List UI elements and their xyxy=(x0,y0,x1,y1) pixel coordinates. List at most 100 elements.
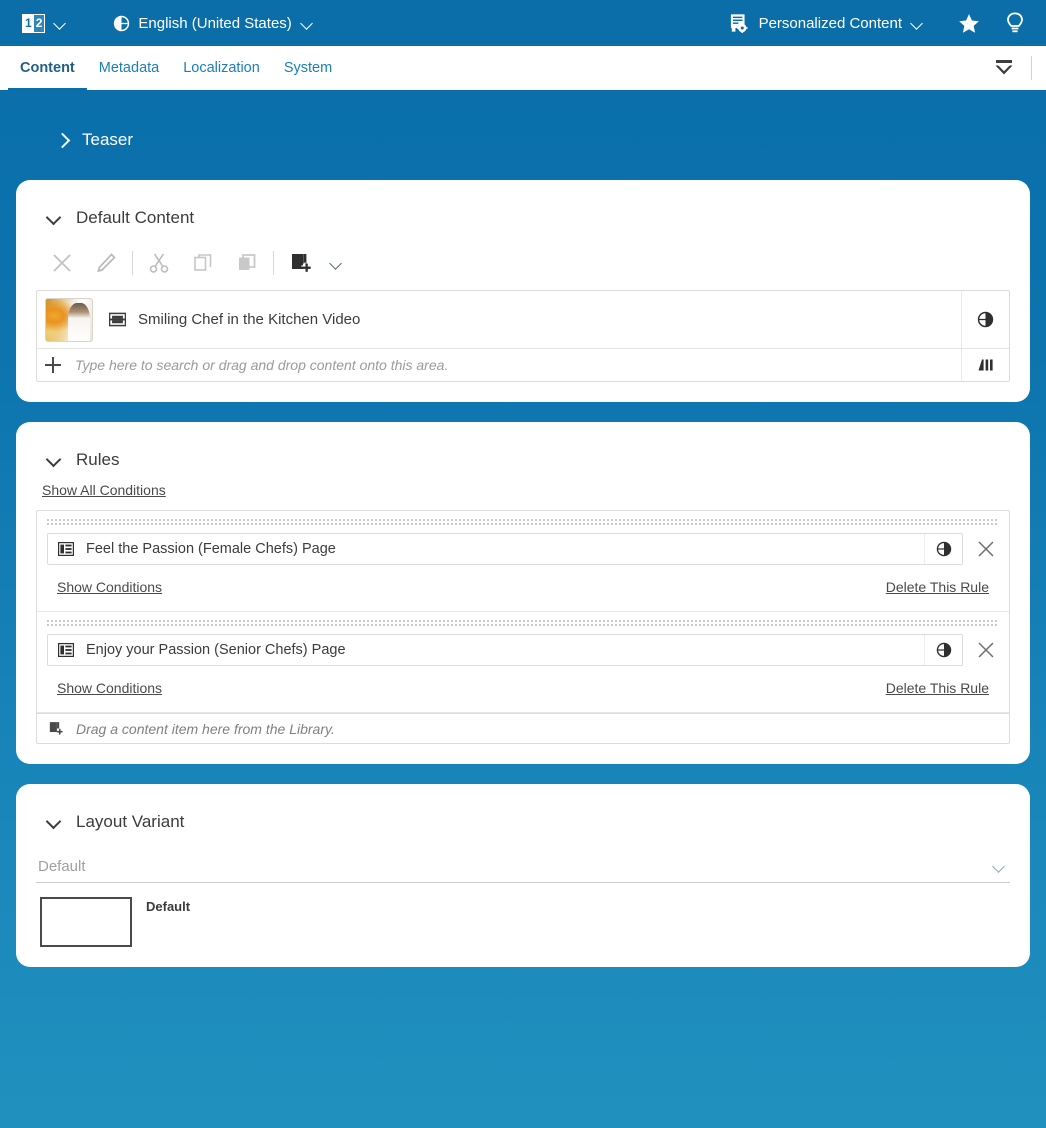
locale-label: English (United States) xyxy=(138,15,291,32)
layout-variant-selected-value: Default xyxy=(38,858,86,875)
header-right-group: Personalized Content xyxy=(721,6,1032,40)
layout-variant-preview-box xyxy=(40,897,132,947)
paste-button[interactable] xyxy=(225,246,269,280)
tab-metadata[interactable]: Metadata xyxy=(87,46,171,90)
star-icon xyxy=(958,13,980,34)
section-rules: Rules Show All Conditions xyxy=(16,422,1030,764)
favorite-button[interactable] xyxy=(952,6,986,40)
top-header-bar: 12 English (United States) xyxy=(0,0,1046,46)
show-conditions-link[interactable]: Show Conditions xyxy=(57,579,162,595)
chevron-down-icon xyxy=(329,256,343,270)
tab-bar-actions xyxy=(987,46,1046,90)
rule-item: Feel the Passion (Female Chefs) Page xyxy=(37,517,1009,612)
rule-field-row: Enjoy your Passion (Senior Chefs) Page xyxy=(37,628,1009,666)
add-content-button[interactable] xyxy=(278,246,322,280)
globe-icon xyxy=(936,541,952,557)
section-default-content-body: Smiling Chef in the Kitchen Video xyxy=(22,240,1024,396)
chevron-down-icon xyxy=(992,859,1006,873)
globe-icon xyxy=(936,642,952,658)
toolbar-divider xyxy=(132,251,133,275)
layout-variant-preview: Default xyxy=(36,883,1010,947)
content-search-row[interactable]: Type here to search or drag and drop con… xyxy=(37,349,1009,381)
list-item-name: Smiling Chef in the Kitchen Video xyxy=(109,311,961,328)
remove-icon xyxy=(51,252,73,274)
toolbar-divider xyxy=(1031,56,1032,80)
library-button[interactable] xyxy=(961,349,1009,381)
layout-variant-preview-label: Default xyxy=(146,897,190,914)
delete-rule-link[interactable]: Delete This Rule xyxy=(886,680,989,696)
section-default-content: Default Content xyxy=(16,180,1030,402)
remove-button[interactable] xyxy=(40,246,84,280)
globe-icon xyxy=(113,15,130,32)
rule-localization-button[interactable] xyxy=(924,534,962,564)
tab-content[interactable]: Content xyxy=(8,46,87,90)
cut-button[interactable] xyxy=(137,246,181,280)
collapse-all-button[interactable] xyxy=(987,51,1021,85)
tab-list: Content Metadata Localization System xyxy=(0,46,344,90)
show-conditions-link[interactable]: Show Conditions xyxy=(57,680,162,696)
tab-localization[interactable]: Localization xyxy=(171,46,272,90)
variant-selector[interactable]: 12 xyxy=(8,10,75,37)
rule-footer: Show Conditions Delete This Rule xyxy=(37,666,1009,712)
cut-scissors-icon xyxy=(148,252,170,274)
localization-status-button[interactable] xyxy=(961,291,1009,348)
remove-rule-target-button[interactable] xyxy=(973,536,999,562)
tab-label: Metadata xyxy=(99,60,159,76)
chevron-down-icon xyxy=(46,211,60,225)
add-content-icon xyxy=(47,720,64,737)
chevron-down-icon xyxy=(46,815,60,829)
section-rules-body: Show All Conditions xyxy=(22,482,1024,758)
personalized-content-icon xyxy=(729,13,751,33)
list-item[interactable]: Smiling Chef in the Kitchen Video xyxy=(37,291,1009,349)
rule-target-value-wrap: Feel the Passion (Female Chefs) Page xyxy=(48,541,924,557)
section-teaser-header[interactable]: Teaser xyxy=(16,92,1030,150)
section-title: Default Content xyxy=(76,208,194,228)
hint-button[interactable] xyxy=(998,6,1032,40)
rule-target-field[interactable]: Feel the Passion (Female Chefs) Page xyxy=(47,533,963,565)
section-title: Rules xyxy=(76,450,119,470)
chef-photo-thumbnail xyxy=(45,298,93,342)
collapse-all-icon xyxy=(991,58,1017,78)
copy-button[interactable] xyxy=(181,246,225,280)
list-item-title: Smiling Chef in the Kitchen Video xyxy=(138,311,360,328)
delete-rule-link[interactable]: Delete This Rule xyxy=(886,579,989,595)
locale-selector[interactable]: English (United States) xyxy=(105,11,321,36)
page-icon xyxy=(58,542,74,556)
show-all-conditions-link[interactable]: Show All Conditions xyxy=(42,482,166,498)
chevron-down-icon xyxy=(910,16,924,30)
rule-target-field[interactable]: Enjoy your Passion (Senior Chefs) Page xyxy=(47,634,963,666)
form-page: Teaser Default Content xyxy=(0,92,1046,1128)
content-toolbar xyxy=(36,240,1010,290)
lightbulb-icon xyxy=(1005,12,1025,34)
header-left-group: 12 English (United States) xyxy=(8,10,322,37)
edit-pencil-icon xyxy=(95,252,117,274)
close-icon xyxy=(977,540,995,558)
add-content-icon xyxy=(288,251,312,275)
library-icon xyxy=(976,357,996,373)
rules-drop-area[interactable]: Drag a content item here from the Librar… xyxy=(37,713,1009,743)
globe-icon xyxy=(977,311,994,328)
tab-label: System xyxy=(284,60,332,76)
drag-handle[interactable] xyxy=(47,618,999,628)
section-rules-header[interactable]: Rules xyxy=(22,428,1024,482)
variant-badge-left: 1 xyxy=(23,15,34,32)
drag-handle[interactable] xyxy=(47,517,999,527)
add-content-more-button[interactable] xyxy=(322,246,350,280)
section-title: Layout Variant xyxy=(76,812,184,832)
section-layout-variant-body: Default Default xyxy=(22,850,1024,961)
remove-rule-target-button[interactable] xyxy=(973,637,999,663)
perspective-selector[interactable]: Personalized Content xyxy=(721,9,932,37)
toolbar-divider xyxy=(273,251,274,275)
rule-localization-button[interactable] xyxy=(924,635,962,665)
edit-button[interactable] xyxy=(84,246,128,280)
page-icon xyxy=(58,643,74,657)
section-layout-variant: Layout Variant Default Default xyxy=(16,784,1030,967)
chevron-down-icon xyxy=(53,16,67,30)
section-default-content-header[interactable]: Default Content xyxy=(22,186,1024,240)
plus-icon xyxy=(45,357,61,373)
search-input[interactable]: Type here to search or drag and drop con… xyxy=(75,357,961,373)
layout-variant-select[interactable]: Default xyxy=(36,850,1010,883)
tab-bar: Content Metadata Localization System xyxy=(0,46,1046,92)
section-layout-variant-header[interactable]: Layout Variant xyxy=(22,790,1024,844)
tab-system[interactable]: System xyxy=(272,46,344,90)
